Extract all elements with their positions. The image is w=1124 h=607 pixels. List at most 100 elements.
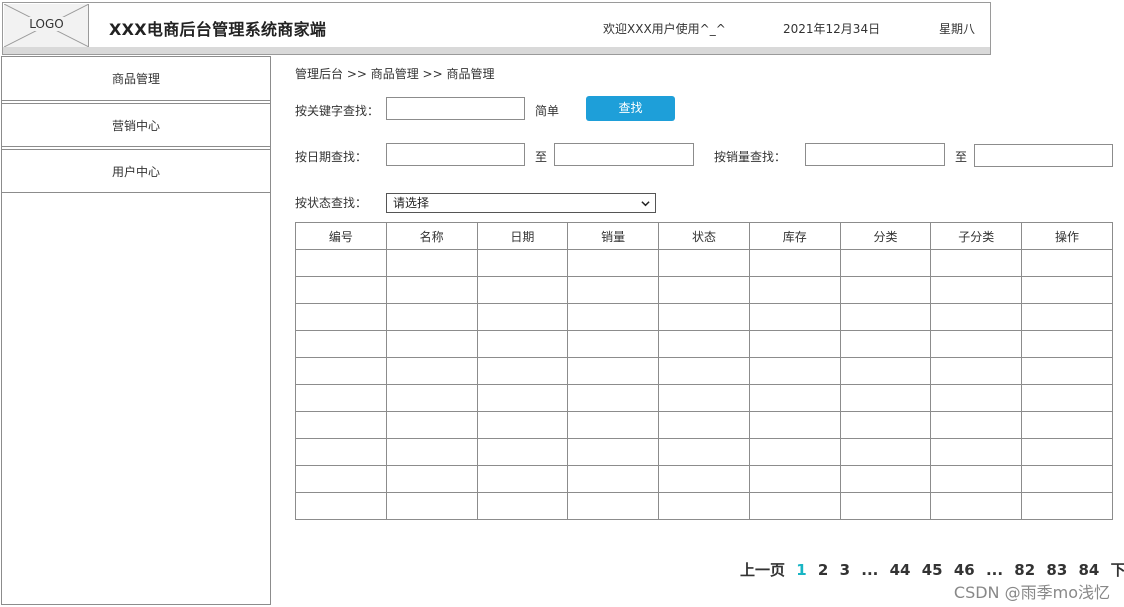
page-link-82[interactable]: 82 xyxy=(1014,561,1035,579)
column-header-id: 编号 xyxy=(295,222,387,250)
table-body xyxy=(295,249,1113,520)
table-cell xyxy=(385,357,478,385)
page-link-83[interactable]: 83 xyxy=(1046,561,1067,579)
table-cell xyxy=(930,492,1023,520)
table-cell xyxy=(930,384,1023,412)
table-cell xyxy=(930,330,1023,358)
table-cell xyxy=(658,330,750,358)
table-cell xyxy=(567,276,660,304)
table-cell xyxy=(295,330,387,358)
table-cell xyxy=(839,357,932,385)
column-header-status: 状态 xyxy=(658,222,750,250)
table-cell xyxy=(385,492,478,520)
table-cell xyxy=(839,384,932,412)
status-select-value: 请选择 xyxy=(393,196,430,210)
table-cell xyxy=(385,438,478,466)
column-header-sales: 销量 xyxy=(567,222,660,250)
table-cell xyxy=(748,492,841,520)
table-row xyxy=(295,303,1113,331)
table-cell xyxy=(658,465,750,493)
table-cell xyxy=(930,357,1023,385)
table-cell xyxy=(1021,438,1113,466)
table-cell xyxy=(385,330,478,358)
date-end-input[interactable] xyxy=(554,143,694,166)
table-cell xyxy=(385,303,478,331)
pagination: 上一页 1 2 3 ... 44 45 46 ... 82 83 84 下一页 xyxy=(740,559,1124,580)
date-start-input[interactable] xyxy=(386,143,525,166)
table-cell xyxy=(295,411,387,439)
table-row xyxy=(295,384,1113,412)
prev-page-button[interactable]: 上一页 xyxy=(740,561,785,579)
status-select[interactable]: 请选择 xyxy=(386,193,656,213)
table-cell xyxy=(930,411,1023,439)
table-cell xyxy=(748,384,841,412)
sidebar-item-user-center[interactable]: 用户中心 xyxy=(2,149,270,193)
date-to-label: 至 xyxy=(535,150,548,164)
column-header-name: 名称 xyxy=(385,222,478,250)
page-ellipsis: ... xyxy=(861,561,879,579)
table-cell xyxy=(1021,303,1113,331)
table-cell xyxy=(1021,384,1113,412)
table-cell xyxy=(839,411,932,439)
table-cell xyxy=(839,276,932,304)
table-cell xyxy=(748,411,841,439)
sales-to-label: 至 xyxy=(955,150,968,164)
table-cell xyxy=(658,411,750,439)
chevron-down-icon xyxy=(641,201,650,207)
page-link-84[interactable]: 84 xyxy=(1079,561,1100,579)
table-row xyxy=(295,357,1113,385)
app-header: LOGO XXX电商后台管理系统商家端 欢迎XXX用户使用^_^ 2021年12… xyxy=(2,2,991,48)
table-cell xyxy=(476,276,569,304)
table-cell xyxy=(1021,411,1113,439)
welcome-text: 欢迎XXX用户使用^_^ xyxy=(603,22,726,36)
table-cell xyxy=(476,438,569,466)
page-link-3[interactable]: 3 xyxy=(840,561,850,579)
table-cell xyxy=(567,411,660,439)
table-cell xyxy=(839,330,932,358)
table-cell xyxy=(476,384,569,412)
next-page-button[interactable]: 下一页 xyxy=(1111,561,1124,579)
table-cell xyxy=(1021,465,1113,493)
table-cell xyxy=(839,465,932,493)
table-cell xyxy=(839,303,932,331)
breadcrumb: 管理后台 >> 商品管理 >> 商品管理 xyxy=(295,67,495,81)
table-row xyxy=(295,276,1113,304)
table-cell xyxy=(476,492,569,520)
table-cell xyxy=(567,465,660,493)
table-cell xyxy=(658,357,750,385)
keyword-label: 按关键字查找： xyxy=(295,104,380,118)
product-table: 编号 名称 日期 销量 状态 库存 分类 子分类 操作 xyxy=(295,222,1113,520)
current-date: 2021年12月34日 xyxy=(783,22,881,36)
page-link-2[interactable]: 2 xyxy=(818,561,828,579)
keyword-input[interactable] xyxy=(386,97,525,120)
table-cell xyxy=(476,330,569,358)
table-cell xyxy=(295,465,387,493)
table-header-row: 编号 名称 日期 销量 状态 库存 分类 子分类 操作 xyxy=(295,222,1113,250)
table-cell xyxy=(930,465,1023,493)
page-link-45[interactable]: 45 xyxy=(922,561,943,579)
sidebar-item-product-management[interactable]: 商品管理 xyxy=(2,57,270,101)
table-row xyxy=(295,438,1113,466)
table-cell xyxy=(476,249,569,277)
table-cell xyxy=(567,384,660,412)
table-cell xyxy=(748,276,841,304)
table-cell xyxy=(748,330,841,358)
table-cell xyxy=(1021,249,1113,277)
column-header-stock: 库存 xyxy=(748,222,841,250)
table-cell xyxy=(385,384,478,412)
table-cell xyxy=(658,492,750,520)
logo-text: LOGO xyxy=(27,17,66,31)
table-cell xyxy=(295,249,387,277)
sales-filter-label: 按销量查找： xyxy=(714,150,787,164)
table-cell xyxy=(385,249,478,277)
search-button[interactable]: 查找 xyxy=(586,96,675,121)
sales-min-input[interactable] xyxy=(805,143,945,166)
page-link-44[interactable]: 44 xyxy=(890,561,911,579)
page-link-1[interactable]: 1 xyxy=(796,561,806,579)
table-cell xyxy=(385,276,478,304)
sales-max-input[interactable] xyxy=(974,144,1113,167)
page-link-46[interactable]: 46 xyxy=(954,561,975,579)
sidebar-item-marketing-center[interactable]: 营销中心 xyxy=(2,103,270,147)
table-cell xyxy=(748,249,841,277)
table-cell xyxy=(295,492,387,520)
